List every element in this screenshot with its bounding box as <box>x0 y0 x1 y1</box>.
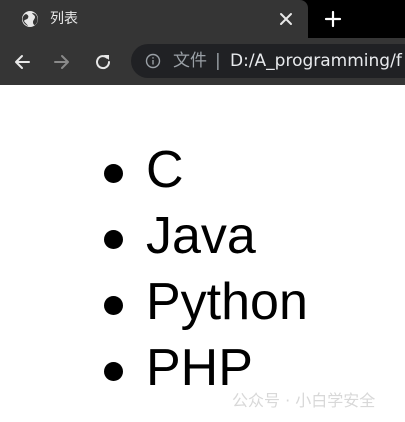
separator: | <box>215 51 221 71</box>
browser-tab[interactable]: 列表 <box>0 0 308 38</box>
file-scheme-label: 文件 <box>173 51 207 71</box>
tab-title: 列表 <box>50 11 78 27</box>
arrow-left-icon[interactable] <box>12 52 32 72</box>
arrow-right-icon <box>54 55 69 69</box>
bullet <box>104 164 123 183</box>
info-icon[interactable] <box>145 53 161 69</box>
list-item-text: Java <box>146 207 256 265</box>
plus-icon[interactable] <box>323 9 343 29</box>
browser-toolbar: 文件 | D:/A_programming/f <box>0 38 405 85</box>
bullet <box>104 230 123 249</box>
globe-icon <box>22 11 38 27</box>
list-item-text: C <box>146 141 184 199</box>
address-bar[interactable]: 文件 | D:/A_programming/f <box>131 44 405 78</box>
bullet <box>104 296 123 315</box>
close-icon[interactable] <box>277 10 295 28</box>
page-content: C Java Python PHP 公众号 · 小白学安全 <box>0 85 405 422</box>
tab-strip: 列表 <box>0 0 405 38</box>
watermark: 公众号 · 小白学安全 <box>232 391 376 410</box>
bullet <box>104 362 123 381</box>
reload-icon[interactable] <box>93 52 113 72</box>
list-item-text: Python <box>146 273 308 331</box>
url-text[interactable]: D:/A_programming/f <box>230 50 402 72</box>
